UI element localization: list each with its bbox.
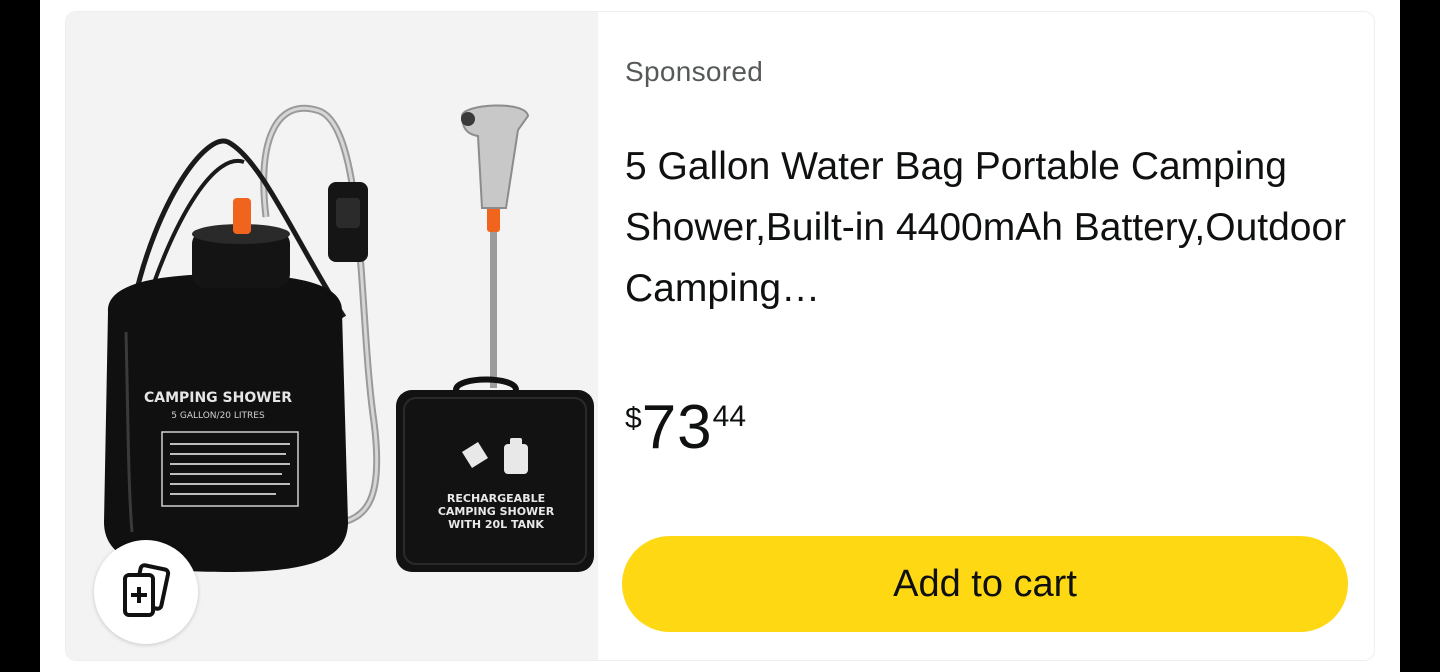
compare-button[interactable]: [94, 540, 198, 644]
product-title[interactable]: 5 Gallon Water Bag Portable Camping Show…: [625, 136, 1355, 319]
shower-pole: [490, 228, 497, 388]
add-to-cart-button[interactable]: Add to cart: [622, 536, 1348, 632]
case-text-1: RECHARGEABLE: [447, 492, 545, 505]
sponsored-label: Sponsored: [625, 56, 764, 87]
screen: CAMPING SHOWER 5 GALLON/20 LITRES RECHAR…: [40, 0, 1400, 672]
product-price: $ 73 44: [625, 390, 746, 466]
price-fraction: 44: [712, 400, 747, 433]
case-text-3: WITH 20L TANK: [448, 518, 544, 531]
orange-connector: [233, 198, 251, 234]
case-text-2: CAMPING SHOWER: [438, 505, 555, 518]
water-bag: [104, 274, 348, 572]
shower-orange-ring: [487, 206, 500, 232]
price-currency: $: [625, 402, 642, 435]
product-card[interactable]: CAMPING SHOWER 5 GALLON/20 LITRES RECHAR…: [66, 12, 1374, 660]
case-handle: [453, 376, 519, 392]
product-info: Sponsored 5 Gallon Water Bag Portable Ca…: [598, 12, 1374, 660]
price-whole: 73: [641, 393, 713, 462]
storage-case: [396, 390, 594, 572]
product-image[interactable]: CAMPING SHOWER 5 GALLON/20 LITRES RECHAR…: [66, 12, 598, 660]
bag-label-title: CAMPING SHOWER: [144, 390, 292, 406]
bag-label-subtitle: 5 GALLON/20 LITRES: [171, 411, 265, 421]
compare-cards-icon: [123, 563, 171, 617]
